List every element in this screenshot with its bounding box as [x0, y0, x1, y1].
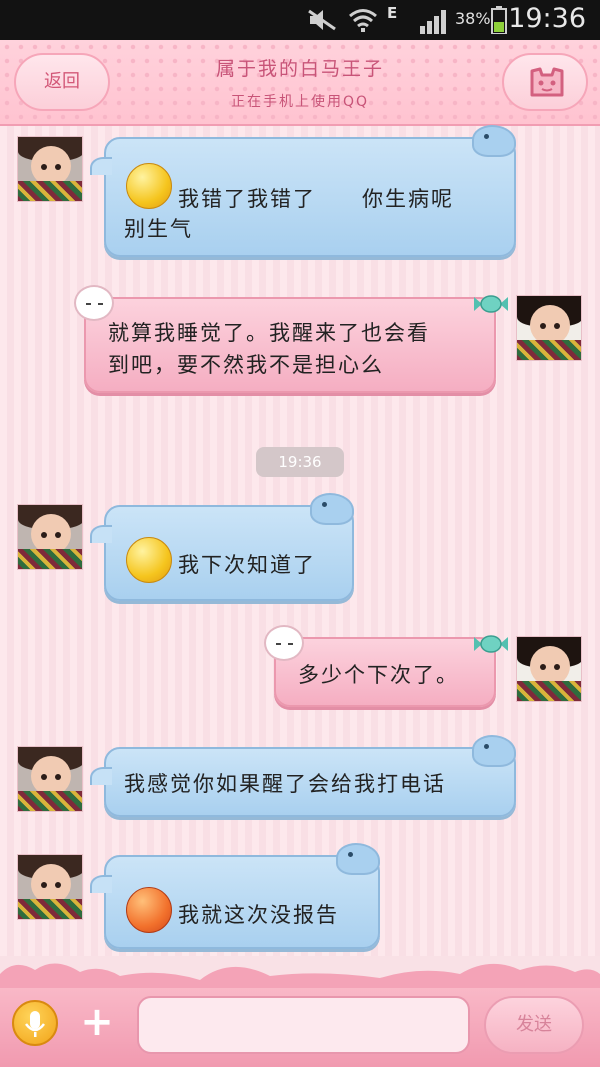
signal-icon — [420, 10, 446, 34]
message-bubble[interactable]: 多少个下次了。 — [264, 625, 508, 707]
mute-icon — [308, 9, 336, 31]
status-bar: E 38% 19:36 — [0, 0, 600, 40]
hippo-decoration-icon — [336, 843, 380, 875]
microphone-icon — [25, 1011, 45, 1037]
message-text: 我感觉你如果醒了会给我打电话 — [124, 772, 446, 796]
contact-avatar[interactable] — [17, 854, 83, 920]
sweat-face-emoji-icon — [126, 163, 172, 209]
crying-face-emoji-icon — [126, 887, 172, 933]
network-type-label: E — [387, 4, 398, 22]
shocked-face-emoji-icon — [126, 537, 172, 583]
message-bubble[interactable]: 就算我睡觉了。我醒来了也会看 到吧，要不然我不是担心么 — [74, 285, 508, 393]
message-text: 我下次知道了 — [178, 553, 316, 577]
message-text: 多少个下次了。 — [298, 663, 459, 687]
message-text: 到吧，要不然我不是担心么 — [108, 353, 384, 377]
message-text: 我错了我错了 你生病呢 — [178, 187, 454, 211]
candy-decoration-icon — [474, 295, 508, 313]
contact-avatar[interactable] — [17, 746, 83, 812]
microphone-button[interactable] — [12, 1000, 58, 1046]
contact-avatar[interactable] — [17, 136, 83, 202]
battery-icon — [491, 6, 507, 34]
contact-avatar[interactable] — [17, 504, 83, 570]
bunny-decoration-icon — [264, 625, 304, 661]
message-bubble[interactable]: 我下次知道了 — [90, 493, 354, 601]
chat-header: 返回 属于我的白马王子 正在手机上使用QQ — [0, 40, 600, 126]
wifi-icon — [349, 9, 377, 32]
status-clock: 19:36 — [508, 3, 586, 34]
cat-face-icon — [530, 67, 564, 97]
message-bubble[interactable]: 我就这次没报告 — [90, 843, 380, 949]
message-text: 别生气 — [124, 217, 193, 241]
plus-icon[interactable]: + — [76, 1002, 118, 1044]
profile-menu-button[interactable] — [502, 53, 588, 111]
hippo-decoration-icon — [472, 735, 516, 767]
time-divider: 19:36 — [256, 447, 344, 477]
message-input[interactable] — [137, 996, 470, 1054]
candy-decoration-icon — [474, 635, 508, 653]
message-bubble[interactable]: 我感觉你如果醒了会给我打电话 — [90, 735, 516, 817]
my-avatar[interactable] — [516, 636, 582, 702]
message-bubble[interactable]: 我错了我错了 你生病呢 别生气 — [90, 125, 516, 257]
bunny-decoration-icon — [74, 285, 114, 321]
battery-percent: 38% — [455, 9, 491, 28]
send-button[interactable]: 发送 — [484, 996, 584, 1054]
message-text: 就算我睡觉了。我醒来了也会看 — [108, 321, 430, 345]
hippo-decoration-icon — [472, 125, 516, 157]
hippo-decoration-icon — [310, 493, 354, 525]
my-avatar[interactable] — [516, 295, 582, 361]
message-text: 我就这次没报告 — [178, 903, 339, 927]
